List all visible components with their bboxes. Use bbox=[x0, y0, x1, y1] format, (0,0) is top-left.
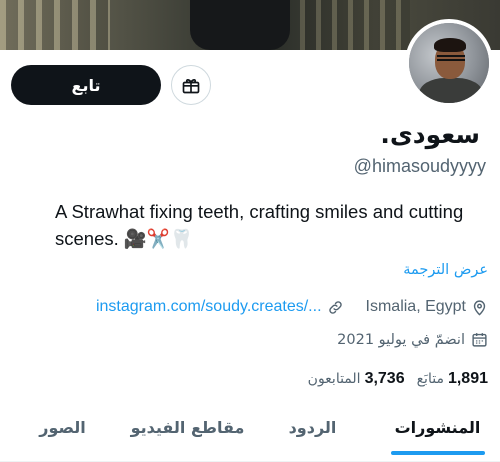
gift-button[interactable] bbox=[171, 65, 211, 105]
banner-figure bbox=[190, 0, 290, 50]
link-icon bbox=[328, 300, 342, 314]
profile-meta-row: instagram.com/soudy.creates/... Ismalia,… bbox=[96, 298, 488, 316]
website-link[interactable]: instagram.com/soudy.creates/... bbox=[96, 298, 322, 316]
joined-item: انضمّ في يوليو 2021 bbox=[337, 332, 465, 348]
banner-building-left bbox=[0, 0, 110, 50]
user-handle: @himasoudyyyy bbox=[353, 156, 486, 176]
banner-building-right bbox=[300, 0, 410, 50]
location-item: Ismalia, Egypt bbox=[366, 298, 488, 316]
followers-count: 3,736 bbox=[364, 370, 405, 387]
translate-link[interactable]: عرض الترجمة bbox=[403, 262, 488, 278]
follow-stats: 1,891 متابَع 3,736 المتابعون bbox=[308, 370, 488, 388]
location-pin-icon bbox=[473, 299, 486, 316]
tab-replies[interactable]: الردود bbox=[250, 405, 375, 461]
website-item[interactable]: instagram.com/soudy.creates/... bbox=[96, 298, 344, 316]
location-text: Ismalia, Egypt bbox=[365, 298, 466, 315]
followers-label: المتابعون bbox=[307, 371, 361, 387]
calendar-icon bbox=[472, 333, 487, 347]
gift-icon bbox=[182, 79, 200, 94]
followers-stat[interactable]: 3,736 المتابعون bbox=[308, 370, 405, 388]
follow-button[interactable]: تابع bbox=[11, 65, 161, 105]
profile-bio: A Strawhat fixing teeth, crafting smiles… bbox=[55, 201, 464, 249]
following-count: 1,891 bbox=[447, 370, 488, 387]
joined-row: انضمّ في يوليو 2021 bbox=[337, 331, 488, 348]
profile-tabs: المنشورات الردود مقاطع الفيديو الصور bbox=[0, 405, 500, 462]
display-name: سعودى. bbox=[380, 120, 480, 149]
tab-videos[interactable]: مقاطع الفيديو bbox=[125, 405, 250, 461]
following-label: متابَع bbox=[416, 371, 444, 387]
tab-posts[interactable]: المنشورات bbox=[375, 405, 500, 461]
following-stat[interactable]: 1,891 متابَع bbox=[417, 370, 488, 388]
profile-avatar[interactable] bbox=[405, 19, 493, 107]
joined-text: انضمّ في يوليو 2021 bbox=[337, 331, 465, 348]
tab-photos[interactable]: الصور bbox=[0, 405, 125, 461]
